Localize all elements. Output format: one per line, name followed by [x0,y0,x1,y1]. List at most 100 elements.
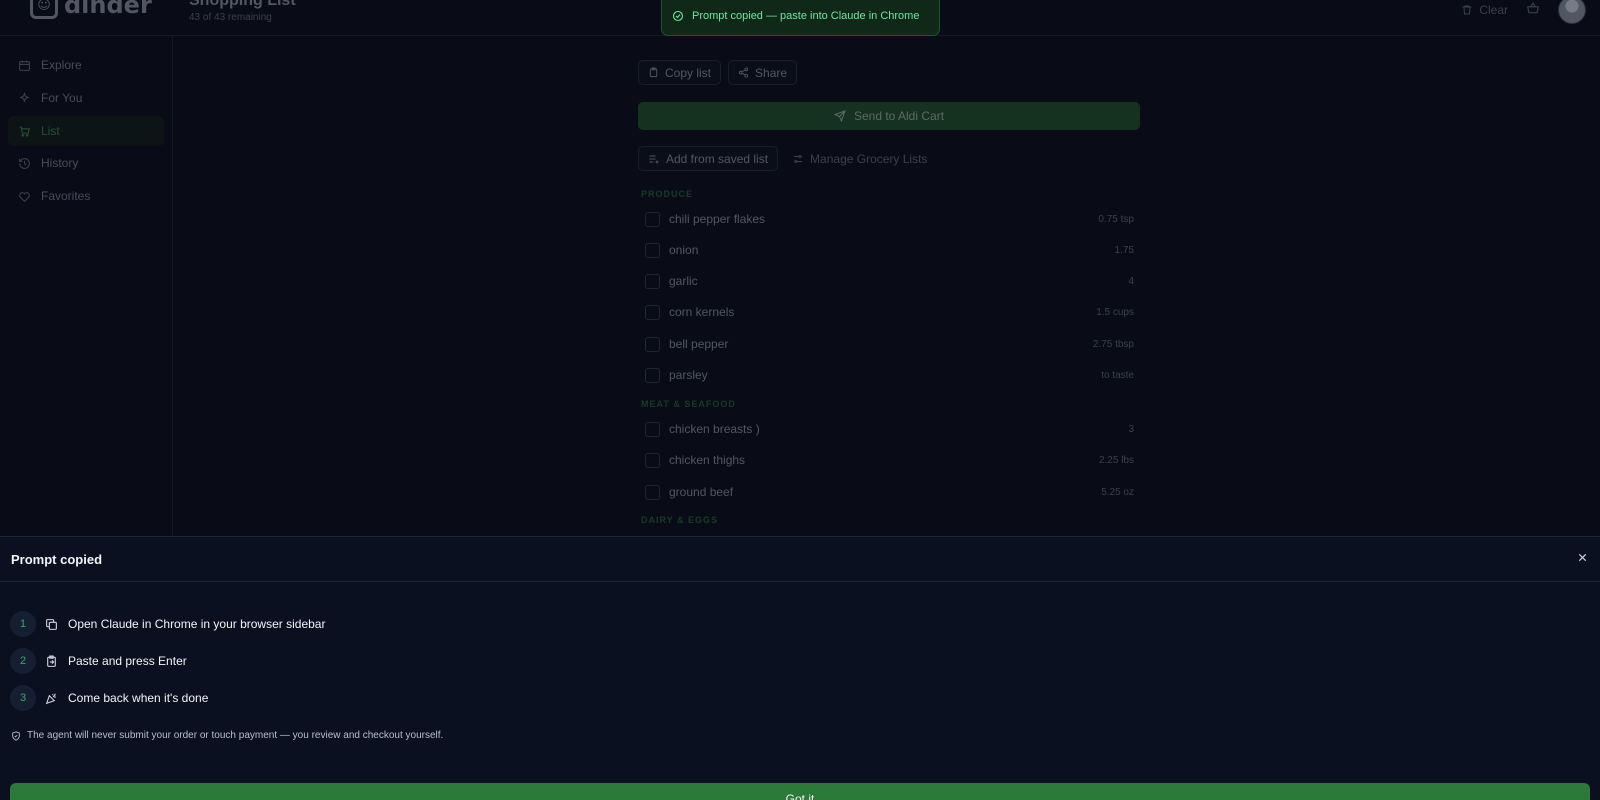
item-quantity: 1.75 [1114,244,1134,256]
heart-icon [19,191,30,202]
sidebar-item-label: List [41,124,60,138]
section-header-meat-seafood: MEAT & SEAFOOD [641,399,736,409]
item-checkbox[interactable] [645,421,660,437]
add-from-saved-list-label: Add from saved list [666,151,769,166]
close-icon [1578,553,1586,561]
item-quantity: 5.25 oz [1101,486,1134,498]
trash-icon [1462,5,1472,15]
history-icon [19,157,30,169]
list-item[interactable]: bell pepper 2.75 tbsp [638,333,1140,355]
step-3: 3 Come back when it's done [10,685,208,711]
sheet-header: Prompt copied [0,537,1600,582]
section-header-produce: PRODUCE [641,189,694,199]
item-checkbox[interactable] [645,336,660,352]
sparkles-icon [19,91,30,103]
item-name: onion [669,243,699,257]
step-1: 1 Open Claude in Chrome in your browser … [10,611,325,637]
list-item[interactable]: ground beef 5.25 oz [638,481,1140,503]
item-quantity: 1.5 cups [1096,306,1134,318]
item-checkbox[interactable] [645,273,660,289]
step-text: Come back when it's done [68,691,209,705]
logo-icon: ☺ [30,0,58,19]
share-label: Share [755,65,788,80]
sidebar-item-favorites[interactable]: Favorites [8,181,164,211]
item-name: ground beef [669,485,734,499]
step-text: Paste and press Enter [68,654,187,668]
clear-label: Clear [1479,3,1508,17]
prompt-copied-sheet: Prompt copied 1 Open Claude in Chrome in… [0,536,1600,800]
item-name: bell pepper [669,337,729,351]
step-number: 3 [10,685,36,711]
list-item[interactable]: chili pepper flakes 0.75 tsp [638,208,1140,230]
item-quantity: 2.75 tbsp [1092,338,1134,350]
add-from-saved-list-button[interactable]: Add from saved list [638,146,779,171]
item-checkbox[interactable] [645,484,660,500]
copy-icon [45,617,59,631]
item-quantity: to taste [1101,369,1134,381]
step-number: 2 [10,648,36,674]
list-item[interactable]: corn kernels 1.5 cups [638,301,1140,323]
logo[interactable]: ☺ dinder [30,0,152,22]
sidebar-item-label: History [41,156,79,170]
sheet-title: Prompt copied [11,552,103,567]
send-icon [833,110,846,122]
item-checkbox[interactable] [645,452,660,468]
basket-icon[interactable] [1526,1,1540,20]
sidebar-item-for-you[interactable]: For You [8,83,164,113]
item-name: corn kernels [669,305,735,319]
list-item[interactable]: chicken breasts ) 3 [638,418,1140,440]
copy-list-label: Copy list [665,65,712,80]
logo-text: dinder [64,0,152,19]
toast-notification: Prompt copied — paste into Claude in Chr… [661,0,940,36]
remaining-count: 43 of 43 remaining [189,12,272,23]
item-quantity: 2.25 lbs [1098,454,1134,466]
list-item[interactable]: chicken thighs 2.25 lbs [638,449,1140,471]
share-button[interactable]: Share [728,60,798,85]
check-circle-icon [672,10,684,22]
manage-grocery-lists-label: Manage Grocery Lists [810,151,928,166]
sidebar-item-label: Favorites [41,189,91,203]
avatar[interactable] [1558,0,1586,24]
item-checkbox[interactable] [645,367,660,383]
clear-button[interactable]: Clear [1461,3,1508,17]
shield-icon [12,730,20,741]
item-checkbox[interactable] [645,304,660,320]
disclaimer-text: The agent will never submit your order o… [27,730,444,741]
got-it-button[interactable]: Got it [10,783,1590,800]
sliders-icon [794,154,803,163]
clipboard-icon [649,67,658,78]
calendar-icon [19,60,30,71]
list-item[interactable]: onion 1.75 [638,239,1140,261]
list-item[interactable]: garlic 4 [638,270,1140,292]
list-item[interactable]: parsley to taste [638,364,1140,386]
close-button[interactable] [1574,549,1590,565]
item-checkbox[interactable] [645,242,660,258]
step-2: 2 Paste and press Enter [10,648,187,674]
send-to-aldi-cart-button[interactable]: Send to Aldi Cart [638,102,1140,130]
step-text: Open Claude in Chrome in your browser si… [68,617,326,631]
list-plus-icon [649,155,659,163]
manage-grocery-lists-button[interactable]: Manage Grocery Lists [786,146,933,171]
item-name: garlic [669,274,698,288]
share-icon [738,67,749,78]
item-quantity: 0.75 tsp [1098,213,1134,225]
sidebar-item-list[interactable]: List [8,116,164,146]
party-popper-icon [45,691,59,705]
send-to-aldi-cart-label: Send to Aldi Cart [853,109,945,123]
item-name: chicken thighs [669,453,746,467]
sidebar-item-explore[interactable]: Explore [8,50,164,80]
sidebar-item-label: For You [41,91,83,105]
sidebar-item-history[interactable]: History [8,148,164,178]
item-name: chili pepper flakes [669,212,766,226]
item-quantity: 3 [1128,423,1134,435]
payment-disclaimer: The agent will never submit your order o… [11,730,443,741]
section-header-dairy-eggs: DAIRY & EGGS [641,515,719,525]
item-name: chicken breasts ) [669,422,760,436]
item-quantity: 4 [1128,275,1134,287]
cart-icon [19,126,31,137]
item-checkbox[interactable] [645,211,660,227]
sidebar-item-label: Explore [41,58,82,72]
item-name: parsley [669,368,708,382]
clipboard-icon [45,654,59,668]
copy-list-button[interactable]: Copy list [638,60,722,85]
